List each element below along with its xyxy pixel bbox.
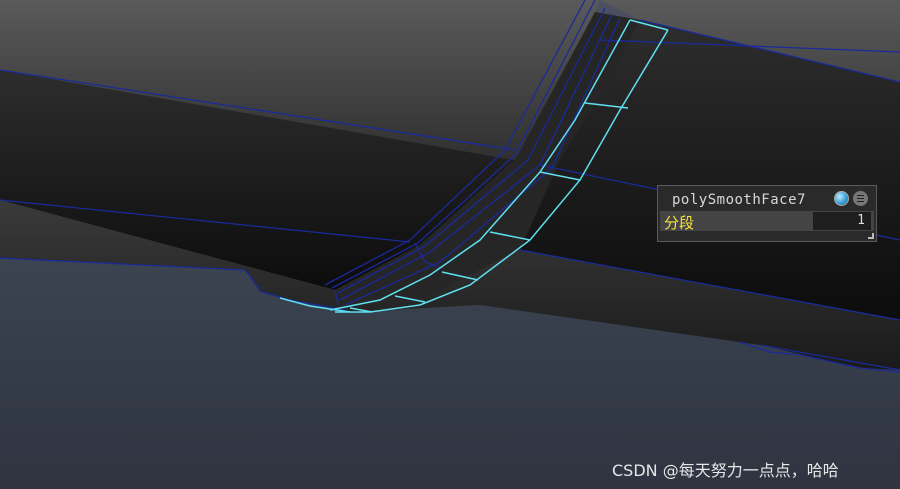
divisions-field[interactable]: 1 — [813, 212, 871, 230]
watermark-text: CSDN @每天努力一点点，哈哈 — [612, 461, 839, 480]
hud-divisions-row: 分段 1 — [660, 211, 874, 232]
menu-icon[interactable] — [853, 191, 868, 206]
hud-node-name: polySmoothFace7 — [672, 192, 806, 208]
resize-handle-icon[interactable] — [868, 233, 874, 239]
sphere-shading-icon[interactable] — [834, 191, 849, 206]
divisions-label: 分段 — [664, 214, 695, 232]
polysmoothface-hud[interactable]: polySmoothFace7 分段 1 — [657, 185, 877, 242]
3d-scene-wireframe[interactable] — [0, 0, 900, 489]
maya-viewport[interactable]: polySmoothFace7 分段 1 CSDN @每天努力一点点，哈哈 — [0, 0, 900, 489]
